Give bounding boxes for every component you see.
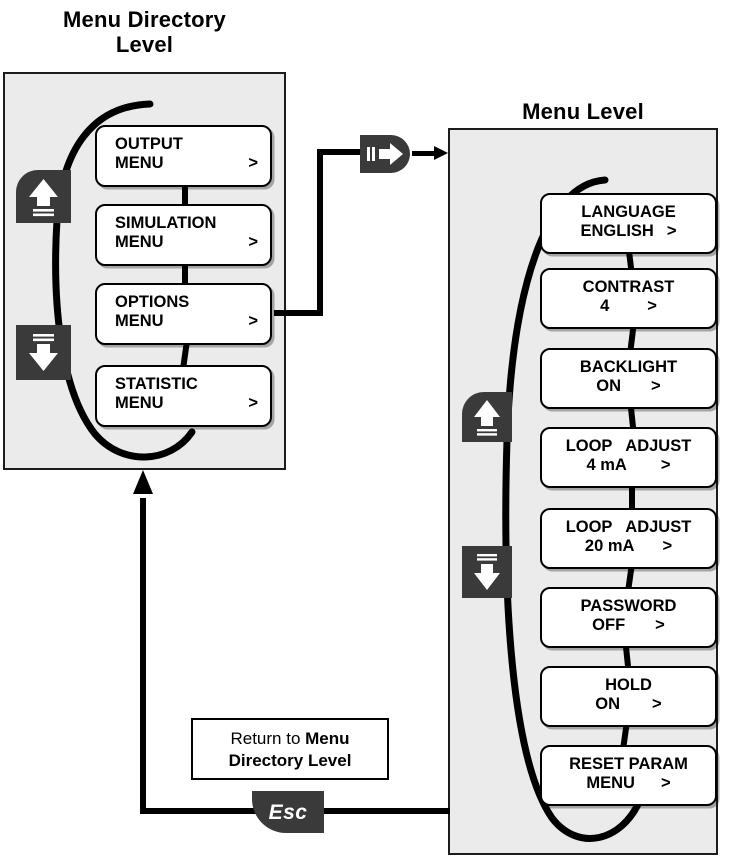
setting-item-reset-param-value: MENU: [586, 774, 635, 793]
arrowhead-right-icon: [434, 146, 448, 160]
chevron-right-icon: >: [652, 695, 662, 714]
sidebar-scroll-up-key-left[interactable]: [16, 170, 71, 223]
menu-item-simulation-value: MENU: [115, 233, 164, 252]
menu-item-options-label: OPTIONS: [115, 293, 190, 311]
menu-item-options-value: MENU: [115, 312, 164, 331]
setting-item-language[interactable]: LANGUAGE ENGLISH >: [540, 193, 717, 254]
setting-item-loop-adjust-20ma[interactable]: LOOP ADJUST 20 mA >: [540, 508, 717, 569]
chevron-right-icon: >: [651, 377, 661, 396]
setting-item-language-label: LANGUAGE: [581, 203, 676, 221]
menu-item-options-valuerow: MENU >: [115, 312, 262, 331]
return-note-bold1: Menu: [305, 729, 350, 748]
menu-item-simulation[interactable]: SIMULATION MENU >: [95, 204, 272, 266]
setting-item-loop-adjust-4ma-label: LOOP ADJUST: [565, 437, 692, 455]
setting-item-loop-adjust-4ma-value: 4 mA: [586, 456, 627, 475]
setting-item-backlight-label: BACKLIGHT: [579, 358, 678, 376]
setting-item-contrast-valuerow: 4 >: [542, 297, 715, 316]
setting-item-backlight-valuerow: ON >: [542, 377, 715, 396]
sidebar-scroll-down-key-left[interactable]: [16, 325, 71, 380]
menu-item-statistic[interactable]: STATISTIC MENU >: [95, 365, 272, 427]
chevron-right-icon: >: [660, 774, 671, 793]
options-to-menulevel-line-v: [317, 149, 323, 316]
arrowhead-up-icon: [133, 470, 153, 494]
return-note-line1: Return to Menu: [193, 728, 387, 750]
chevron-right-icon: >: [248, 312, 258, 331]
setting-item-password-label: PASSWORD: [580, 597, 677, 615]
return-note-prefix: Return to: [230, 729, 306, 748]
return-note-line2: Directory Level: [228, 750, 352, 770]
box-connector: [182, 264, 188, 285]
menu-item-statistic-value: MENU: [115, 394, 164, 413]
menu-item-output-label: OUTPUT: [115, 135, 183, 153]
setting-item-hold-valuerow: ON >: [542, 695, 715, 714]
menu-item-output-value: MENU: [115, 154, 164, 173]
options-to-menulevel-line-h2: [317, 149, 362, 155]
chevron-right-icon: >: [666, 222, 677, 241]
setting-item-loop-adjust-20ma-label: LOOP ADJUST: [565, 518, 692, 536]
setting-item-password-valuerow: OFF >: [542, 616, 715, 635]
setting-item-password[interactable]: PASSWORD OFF >: [540, 587, 717, 648]
chevron-right-icon: >: [655, 616, 665, 635]
setting-item-reset-param-label: RESET PARAM: [569, 755, 688, 773]
menu-item-options[interactable]: OPTIONS MENU >: [95, 283, 272, 345]
chevron-right-icon: >: [248, 394, 258, 413]
chevron-right-icon: >: [660, 456, 671, 475]
setting-item-contrast[interactable]: CONTRAST 4 >: [540, 268, 717, 329]
box-connector: [182, 185, 188, 206]
arrow-up-icon: [29, 179, 58, 217]
chevron-right-icon: >: [248, 154, 258, 173]
menu-item-simulation-label: SIMULATION: [115, 214, 217, 232]
menu-item-statistic-label: STATISTIC: [115, 375, 198, 393]
setting-item-loop-adjust-4ma-valuerow: 4 mA >: [542, 456, 715, 475]
arrow-up-icon: [474, 400, 500, 436]
chevron-right-icon: >: [662, 537, 673, 556]
sidebar-scroll-down-key-right[interactable]: [462, 546, 512, 598]
menu-item-output[interactable]: OUTPUT MENU >: [95, 125, 272, 187]
setting-item-loop-adjust-4ma[interactable]: LOOP ADJUST 4 mA >: [540, 427, 717, 488]
chevron-right-icon: >: [248, 233, 258, 252]
enter-key-icon[interactable]: [360, 135, 410, 173]
menu-item-statistic-valuerow: MENU >: [115, 394, 262, 413]
menu-item-output-valuerow: MENU >: [115, 154, 262, 173]
setting-item-loop-adjust-20ma-valuerow: 20 mA >: [542, 537, 715, 556]
setting-item-hold-label: HOLD: [605, 676, 652, 694]
arrow-down-icon: [474, 554, 500, 590]
setting-item-hold-value: ON: [595, 695, 621, 714]
sidebar-scroll-up-key-right[interactable]: [462, 392, 512, 442]
setting-item-backlight[interactable]: BACKLIGHT ON >: [540, 348, 717, 409]
menu-item-simulation-valuerow: MENU >: [115, 233, 262, 252]
arrow-down-icon: [29, 334, 58, 371]
setting-item-contrast-value: 4: [600, 297, 610, 316]
return-note-box: Return to Menu Directory Level: [191, 718, 389, 780]
setting-item-language-value: ENGLISH: [580, 222, 654, 241]
setting-item-reset-param[interactable]: RESET PARAM MENU >: [540, 745, 717, 806]
box-connector: [629, 486, 635, 510]
setting-item-password-value: OFF: [592, 616, 626, 635]
arrow-right-with-bars-icon: [367, 143, 403, 165]
setting-item-hold[interactable]: HOLD ON >: [540, 666, 717, 727]
setting-item-contrast-label: CONTRAST: [582, 278, 675, 296]
diagram-canvas: Menu Directory Level Menu Level OUTPUT M…: [0, 0, 731, 862]
esc-return-line-v: [140, 498, 146, 814]
setting-item-language-valuerow: ENGLISH >: [542, 222, 715, 241]
chevron-right-icon: >: [647, 297, 657, 316]
setting-item-backlight-value: ON: [596, 377, 622, 396]
setting-item-loop-adjust-20ma-value: 20 mA: [584, 537, 635, 556]
setting-item-reset-param-valuerow: MENU >: [542, 774, 715, 793]
options-to-menulevel-line-h1: [274, 310, 323, 316]
